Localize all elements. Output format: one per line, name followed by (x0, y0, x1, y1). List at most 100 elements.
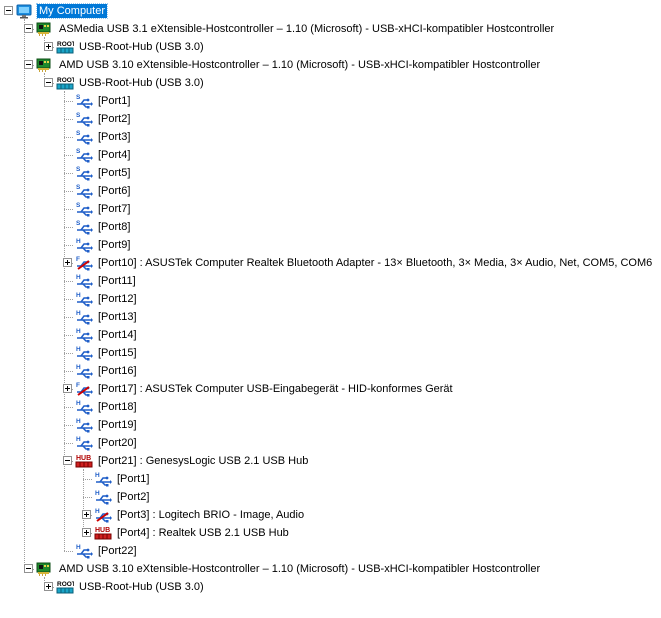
tree-line (24, 19, 25, 569)
svg-text:F: F (76, 256, 80, 263)
root-hub-icon: ROOT (56, 75, 76, 91)
usb-port-icon: H (75, 399, 93, 415)
tree-item-label: ASMedia USB 3.1 eXtensible-Hostcontrolle… (59, 23, 555, 35)
usb-port-icon: H (75, 417, 93, 433)
collapse-button[interactable] (24, 564, 33, 573)
tree-item-label: USB-Root-Hub (USB 3.0) (79, 77, 204, 89)
tree-line (64, 551, 73, 552)
svg-text:H: H (76, 310, 81, 317)
svg-text:S: S (76, 112, 81, 119)
pci-card-icon (36, 21, 52, 37)
tree-item-label: [Port14] (98, 329, 137, 341)
usb-device-tree[interactable]: My Computer ASMedia USB 3.1 eXtensible-Ho… (0, 0, 661, 618)
tree-item-label: [Port3] (98, 131, 131, 143)
tree-item-label: [Port3] : Logitech BRIO - Image, Audio (117, 509, 305, 521)
tree-item-label: My Computer (35, 3, 109, 19)
tree-line (64, 227, 73, 228)
svg-text:ROOT: ROOT (57, 581, 74, 588)
expand-button[interactable] (44, 42, 53, 51)
tree-item-label: [Port11] (98, 275, 136, 287)
tree-line (64, 443, 73, 444)
expand-button[interactable] (63, 258, 72, 267)
tree-line (64, 137, 73, 138)
svg-text:H: H (76, 544, 81, 551)
tree-item-label: [Port10] : ASUSTek Computer Realtek Blue… (98, 257, 653, 269)
expand-button[interactable] (44, 582, 53, 591)
tree-item-label: [Port2] (117, 491, 150, 503)
collapse-button[interactable] (44, 78, 53, 87)
svg-text:H: H (95, 472, 100, 479)
root-hub-icon: ROOT (56, 39, 76, 55)
tree-item-label: [Port15] (98, 347, 137, 359)
tree-line (64, 119, 73, 120)
expand-button[interactable] (82, 528, 91, 537)
tree-line (64, 245, 73, 246)
tree-item-label: [Port1] (117, 473, 150, 485)
tree-item-label: [Port2] (98, 113, 131, 125)
svg-text:H: H (76, 346, 81, 353)
usb-device-icon: F (75, 381, 93, 397)
computer-icon (16, 3, 32, 19)
tree-line (64, 173, 73, 174)
svg-text:H: H (76, 274, 81, 281)
expand-button[interactable] (82, 510, 91, 519)
svg-text:S: S (76, 220, 81, 227)
tree-line (64, 209, 73, 210)
usb-port-icon: H (94, 471, 112, 487)
expand-button[interactable] (63, 384, 72, 393)
tree-item-label: [Port20] (98, 437, 137, 449)
tree-item-label: [Port6] (98, 185, 131, 197)
svg-text:H: H (76, 418, 81, 425)
tree-item-label: [Port7] (98, 203, 131, 215)
tree-line (83, 497, 92, 498)
tree-line (64, 371, 73, 372)
svg-text:H: H (76, 400, 81, 407)
tree-item-label: AMD USB 3.10 eXtensible-Hostcontroller –… (59, 563, 541, 575)
tree-item-label: [Port8] (98, 221, 131, 233)
svg-text:H: H (76, 436, 81, 443)
collapse-button[interactable] (24, 60, 33, 69)
usb-port-icon: H (75, 345, 93, 361)
collapse-button[interactable] (4, 6, 13, 15)
tree-item-label: [Port13] (98, 311, 137, 323)
svg-text:H: H (76, 238, 81, 245)
pci-card-icon (36, 561, 52, 577)
usb-port-icon: S (75, 183, 93, 199)
svg-text:HUB: HUB (76, 455, 91, 462)
svg-text:F: F (76, 382, 80, 389)
usb-device-icon: F (75, 255, 93, 271)
tree-line (83, 479, 92, 480)
tree-item-label: [Port9] (98, 239, 131, 251)
collapse-button[interactable] (63, 456, 72, 465)
collapse-button[interactable] (24, 24, 33, 33)
usb-port-icon: S (75, 201, 93, 217)
tree-item-label: [Port1] (98, 95, 131, 107)
tree-line (64, 101, 73, 102)
tree-line (64, 191, 73, 192)
usb-hub-icon: HUB (75, 453, 93, 469)
tree-line (64, 317, 73, 318)
svg-text:S: S (76, 94, 81, 101)
svg-text:S: S (76, 202, 81, 209)
svg-text:ROOT: ROOT (57, 77, 74, 84)
usb-port-icon: H (75, 327, 93, 343)
usb-device-icon: H (94, 507, 112, 523)
svg-text:S: S (76, 184, 81, 191)
tree-item-label: [Port17] : ASUSTek Computer USB-Eingabeg… (98, 383, 453, 395)
usb-port-icon: H (94, 489, 112, 505)
usb-hub-icon: HUB (94, 525, 112, 541)
tree-item-label: [Port12] (98, 293, 137, 305)
svg-text:S: S (76, 148, 81, 155)
tree-item-label: [Port4] (98, 149, 131, 161)
tree-item-label: [Port21] : GenesysLogic USB 2.1 USB Hub (98, 455, 309, 467)
tree-line (64, 281, 73, 282)
tree-item-label: [Port5] (98, 167, 131, 179)
tree-item-label: USB-Root-Hub (USB 3.0) (79, 41, 204, 53)
svg-text:H: H (76, 328, 81, 335)
usb-port-icon: S (75, 129, 93, 145)
svg-text:H: H (76, 364, 81, 371)
tree-line (83, 469, 84, 533)
svg-text:ROOT: ROOT (57, 41, 74, 48)
tree-line (64, 155, 73, 156)
tree-item-label: [Port4] : Realtek USB 2.1 USB Hub (117, 527, 289, 539)
